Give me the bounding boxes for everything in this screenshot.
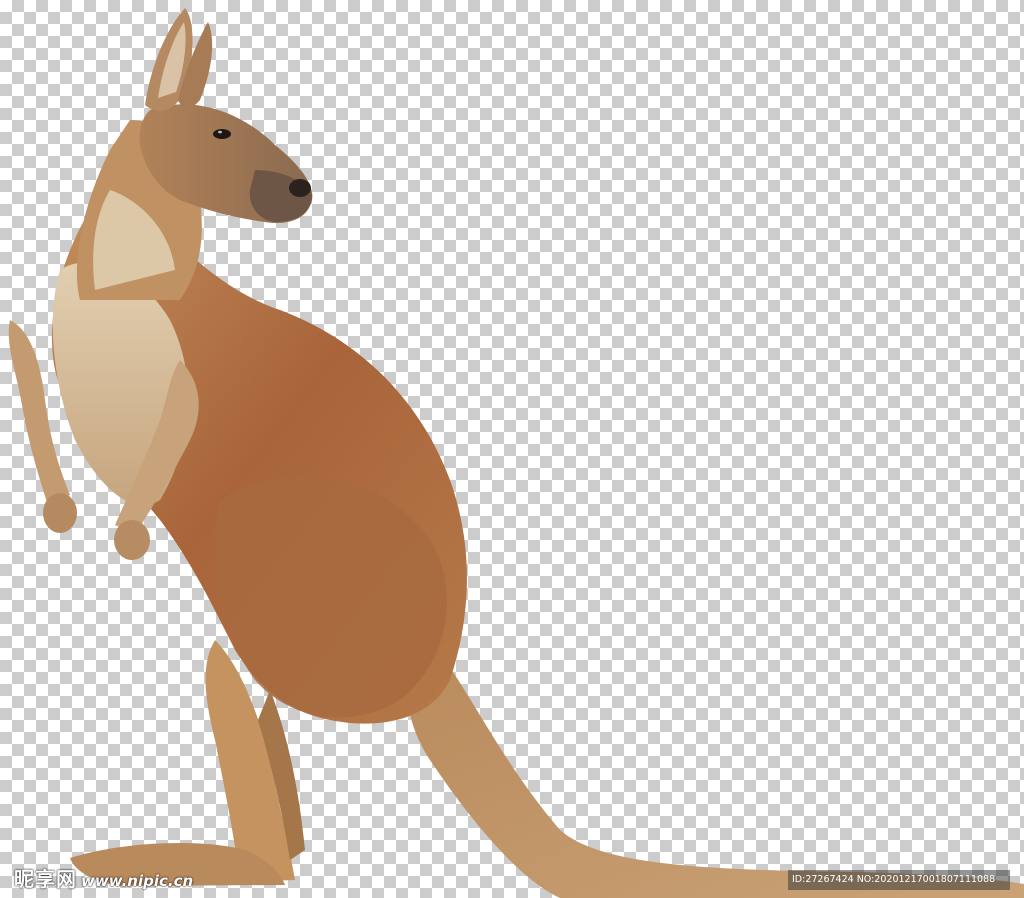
watermark-url: www.nipic.cn <box>81 872 194 890</box>
kangaroo-eye-highlight <box>218 130 222 134</box>
kangaroo-photo <box>8 8 1024 898</box>
kangaroo-front-paw <box>114 520 150 560</box>
kangaroo-far-paw <box>43 493 77 533</box>
kangaroo-nose <box>289 179 311 197</box>
kangaroo-tail <box>406 640 1024 898</box>
watermark-id: ID:27267424 NO:20201217001807111088 <box>788 870 1010 890</box>
watermark-logo: 昵享网 <box>14 867 77 891</box>
kangaroo-eye <box>213 129 231 139</box>
watermark-left: 昵享网 www.nipic.cn <box>14 863 193 892</box>
